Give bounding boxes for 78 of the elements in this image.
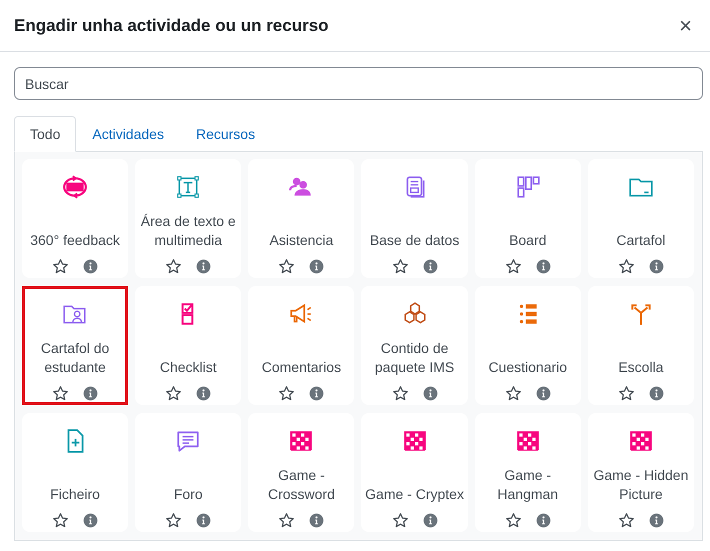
star-icon[interactable]: [618, 512, 635, 529]
info-icon[interactable]: [422, 386, 438, 401]
info-icon[interactable]: [648, 259, 664, 274]
activity-label: Área de texto e multimedia: [140, 212, 237, 250]
star-icon[interactable]: [618, 385, 635, 402]
star-icon[interactable]: [504, 512, 522, 529]
info-icon[interactable]: [83, 259, 98, 274]
info-icon[interactable]: [309, 259, 324, 274]
tab[interactable]: Recursos: [180, 116, 272, 152]
dialog-title: Engadir unha actividade ou un recurso: [14, 16, 329, 36]
activity-label: Escolla: [618, 358, 664, 377]
activity-label: Game - Cryptex: [365, 485, 464, 504]
activity-card[interactable]: Game - Hidden Picture: [588, 413, 694, 532]
star-icon[interactable]: [504, 385, 522, 402]
tab[interactable]: Actividades: [76, 116, 180, 152]
activity-card[interactable]: 360° feedback: [22, 159, 128, 278]
activity-card[interactable]: Base de datos: [361, 159, 468, 278]
info-icon[interactable]: [196, 513, 212, 528]
info-icon[interactable]: [309, 513, 324, 528]
star-icon[interactable]: [52, 512, 70, 529]
info-icon[interactable]: [536, 386, 551, 401]
star-icon[interactable]: [165, 258, 182, 275]
activity-label: Game - Hangman: [496, 466, 560, 504]
activity-card[interactable]: Comentarios: [248, 286, 354, 405]
info-icon[interactable]: [422, 513, 438, 528]
close-button[interactable]: ×: [675, 12, 696, 38]
activity-card[interactable]: Board: [474, 159, 581, 278]
activity-card[interactable]: Cuestionario: [474, 286, 581, 405]
activity-card[interactable]: Ficheiro: [22, 413, 128, 532]
star-icon[interactable]: [52, 258, 70, 275]
info-icon[interactable]: [422, 259, 438, 274]
activity-label: Game - Crossword: [266, 466, 336, 504]
info-icon[interactable]: [648, 386, 664, 401]
activity-card[interactable]: Game - Hangman: [474, 413, 581, 532]
activity-label: Comentarios: [262, 358, 342, 377]
activity-card[interactable]: Game - Crossword: [248, 413, 354, 532]
activity-label: 360° feedback: [30, 231, 120, 250]
info-icon[interactable]: [536, 259, 551, 274]
activity-label: Contido de paquete IMS: [374, 339, 456, 377]
info-icon[interactable]: [196, 386, 212, 401]
activity-card[interactable]: Contido de paquete IMS: [361, 286, 468, 405]
activity-card[interactable]: Área de texto e multimedia: [135, 159, 242, 278]
activity-card[interactable]: Asistencia: [248, 159, 354, 278]
search-field[interactable]: Buscar: [14, 67, 703, 100]
info-icon[interactable]: [536, 513, 551, 528]
activity-label: Cuestionario: [488, 358, 568, 377]
tab[interactable]: Todo: [14, 116, 76, 152]
activity-label: Checklist: [160, 358, 217, 377]
star-icon[interactable]: [618, 258, 635, 275]
activity-label: Asistencia: [270, 231, 334, 250]
activity-card[interactable]: Game - Cryptex: [361, 413, 468, 532]
star-icon[interactable]: [165, 512, 182, 529]
activity-label: Ficheiro: [50, 485, 100, 504]
activity-label: Cartafol do estudante: [40, 339, 110, 377]
activity-label: Base de datos: [370, 231, 460, 250]
activity-label: Game - Hidden Picture: [592, 466, 690, 504]
activity-card[interactable]: Cartafol: [588, 159, 694, 278]
activity-label: Foro: [174, 485, 203, 504]
star-icon[interactable]: [278, 385, 296, 402]
star-icon[interactable]: [278, 512, 296, 529]
activity-label: Cartafol: [616, 231, 666, 250]
star-icon[interactable]: [165, 385, 182, 402]
info-icon[interactable]: [196, 259, 212, 274]
activity-label: Board: [509, 231, 546, 250]
info-icon[interactable]: [83, 513, 98, 528]
activity-card[interactable]: Foro: [135, 413, 242, 532]
star-icon[interactable]: [278, 258, 296, 275]
activity-card[interactable]: Cartafol do estudante: [22, 286, 128, 405]
activity-card[interactable]: Escolla: [588, 286, 694, 405]
info-icon[interactable]: [83, 386, 98, 401]
star-icon[interactable]: [52, 385, 70, 402]
star-icon[interactable]: [504, 258, 522, 275]
star-icon[interactable]: [392, 512, 409, 529]
activity-card[interactable]: Checklist: [135, 286, 242, 405]
info-icon[interactable]: [648, 513, 664, 528]
info-icon[interactable]: [309, 386, 324, 401]
star-icon[interactable]: [392, 258, 409, 275]
star-icon[interactable]: [392, 385, 409, 402]
